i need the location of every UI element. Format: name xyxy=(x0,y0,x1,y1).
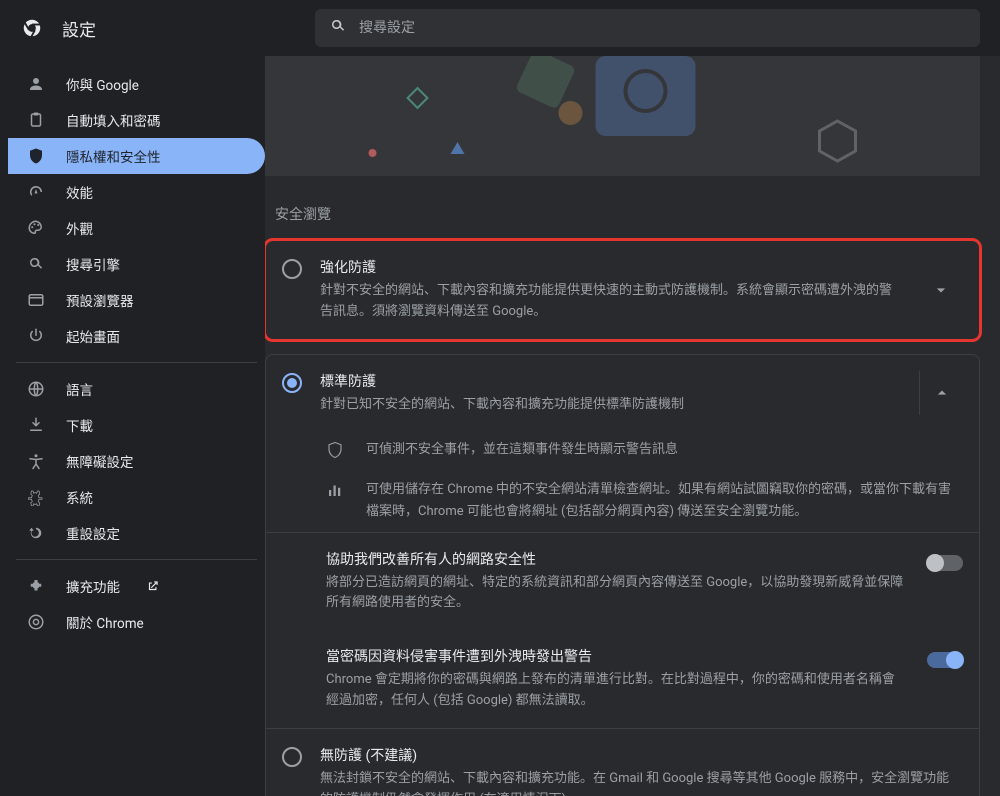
sidebar-item-browser[interactable]: 預設瀏覽器 xyxy=(8,282,265,318)
sidebar-item-clipboard[interactable]: 自動填入和密碼 xyxy=(8,102,265,138)
person-icon xyxy=(26,75,46,93)
sidebar-item-chrome[interactable]: 關於 Chrome xyxy=(8,604,265,640)
sidebar-item-label: 系統 xyxy=(66,487,93,507)
power-icon xyxy=(26,327,46,345)
palette-icon xyxy=(26,219,46,237)
sidebar-item-power[interactable]: 起始畫面 xyxy=(8,318,265,354)
sidebar-item-extension[interactable]: 擴充功能 xyxy=(8,568,265,604)
sidebar-item-label: 自動填入和密碼 xyxy=(66,110,161,130)
sidebar-item-label: 預設瀏覽器 xyxy=(66,290,134,310)
option-desc: 無法封鎖不安全的網站、下載內容和擴充功能。在 Gmail 和 Google 搜尋… xyxy=(320,769,953,796)
sidebar-item-globe[interactable]: 語言 xyxy=(8,371,265,407)
option-desc: 針對不安全的網站、下載內容和擴充功能提供更快速的主動式防護機制。系統會顯示密碼遭… xyxy=(320,281,901,323)
standard-protection-card: 標準防護 針對已知不安全的網站、下載內容和擴充功能提供標準防護機制 可偵測不安全… xyxy=(265,354,980,796)
shield-icon xyxy=(26,147,46,165)
sidebar-item-speed[interactable]: 效能 xyxy=(8,174,265,210)
sidebar-item-label: 起始畫面 xyxy=(66,326,120,346)
section-title: 安全瀏覽 xyxy=(265,196,980,240)
sidebar-item-system[interactable]: 系統 xyxy=(8,479,265,515)
sidebar-item-search[interactable]: 搜尋引擎 xyxy=(8,246,265,282)
sidebar-item-person[interactable]: 你與 Google xyxy=(8,66,265,102)
toggle-title: 當密碼因資料侵害事件遭到外洩時發出警告 xyxy=(326,646,907,666)
sidebar-item-label: 擴充功能 xyxy=(66,576,120,596)
toggle-desc: 將部分已造訪網頁的網址、特定的系統資訊和部分網頁內容傳送至 Google，以協助… xyxy=(326,573,907,615)
search-icon xyxy=(329,17,347,39)
search-input[interactable] xyxy=(359,20,966,36)
no-protection-option[interactable]: 無防護 (不建議) 無法封鎖不安全的網站、下載內容和擴充功能。在 Gmail 和… xyxy=(266,729,979,796)
sidebar-item-label: 重設設定 xyxy=(66,523,120,543)
globe-icon xyxy=(26,380,46,398)
sidebar-item-label: 下載 xyxy=(66,415,93,435)
system-icon xyxy=(26,488,46,506)
password-leak-toggle-row: 當密碼因資料侵害事件遭到外洩時發出警告 Chrome 會定期將你的密碼與網路上發… xyxy=(266,630,979,728)
sidebar-item-download[interactable]: 下載 xyxy=(8,407,265,443)
sidebar-item-shield[interactable]: 隱私權和安全性 xyxy=(8,138,265,174)
option-title: 強化防護 xyxy=(320,257,901,277)
accessibility-icon xyxy=(26,452,46,470)
bar-chart-icon xyxy=(326,481,346,503)
sidebar-item-label: 效能 xyxy=(66,182,93,202)
chrome-icon xyxy=(20,16,44,40)
bullet-item: 可使用儲存在 Chrome 中的不安全網站清單檢查網址。如果有網站試圖竊取你的密… xyxy=(266,471,979,531)
toggle-desc: Chrome 會定期將你的密碼與網路上發布的清單進行比對。在比對過程中，你的密碼… xyxy=(326,670,907,712)
standard-protection-option[interactable]: 標準防護 針對已知不安全的網站、下載內容和擴充功能提供標準防護機制 xyxy=(266,355,979,432)
browser-icon xyxy=(26,291,46,309)
sidebar-item-label: 搜尋引擎 xyxy=(66,254,120,274)
speed-icon xyxy=(26,183,46,201)
option-title: 標準防護 xyxy=(320,371,901,391)
radio-icon xyxy=(282,259,302,279)
download-icon xyxy=(26,416,46,434)
expand-button[interactable] xyxy=(919,268,963,312)
toggle-switch[interactable] xyxy=(927,555,963,571)
sidebar-item-label: 關於 Chrome xyxy=(66,612,144,632)
improve-security-toggle-row: 協助我們改善所有人的網路安全性 將部分已造訪網頁的網址、特定的系統資訊和部分網頁… xyxy=(266,533,979,631)
clipboard-icon xyxy=(26,111,46,129)
sidebar-item-label: 外觀 xyxy=(66,218,93,238)
chrome-icon xyxy=(26,613,46,631)
bullet-item: 可偵測不安全事件，並在這類事件發生時顯示警告訊息 xyxy=(266,431,979,471)
collapse-button[interactable] xyxy=(919,371,963,415)
radio-icon xyxy=(282,747,302,767)
sidebar-item-label: 你與 Google xyxy=(66,74,139,94)
main-content: 安全瀏覽 強化防護 針對不安全的網站、下載內容和擴充功能提供更快速的主動式防護機… xyxy=(265,56,1000,796)
radio-icon xyxy=(282,373,302,393)
sidebar: 你與 Google 自動填入和密碼隱私權和安全性效能外觀搜尋引擎預設瀏覽器起始畫面… xyxy=(0,56,265,796)
sidebar-item-restore[interactable]: 重設設定 xyxy=(8,515,265,551)
sidebar-item-label: 語言 xyxy=(66,379,93,399)
hero-banner xyxy=(265,56,980,176)
sidebar-item-palette[interactable]: 外觀 xyxy=(8,210,265,246)
external-icon xyxy=(146,579,160,593)
search-settings[interactable] xyxy=(315,9,980,47)
option-title: 無防護 (不建議) xyxy=(320,745,953,765)
sidebar-item-accessibility[interactable]: 無障礙設定 xyxy=(8,443,265,479)
toggle-switch[interactable] xyxy=(927,652,963,668)
shield-icon xyxy=(326,441,346,463)
search-icon xyxy=(26,255,46,273)
enhanced-protection-card: 強化防護 針對不安全的網站、下載內容和擴充功能提供更快速的主動式防護機制。系統會… xyxy=(265,240,980,340)
sidebar-item-label: 隱私權和安全性 xyxy=(66,146,161,166)
restore-icon xyxy=(26,524,46,542)
extension-icon xyxy=(26,577,46,595)
sidebar-item-label: 無障礙設定 xyxy=(66,451,134,471)
enhanced-protection-option[interactable]: 強化防護 針對不安全的網站、下載內容和擴充功能提供更快速的主動式防護機制。系統會… xyxy=(266,241,979,339)
toggle-title: 協助我們改善所有人的網路安全性 xyxy=(326,549,907,569)
page-title: 設定 xyxy=(62,16,96,41)
option-desc: 針對已知不安全的網站、下載內容和擴充功能提供標準防護機制 xyxy=(320,395,901,416)
